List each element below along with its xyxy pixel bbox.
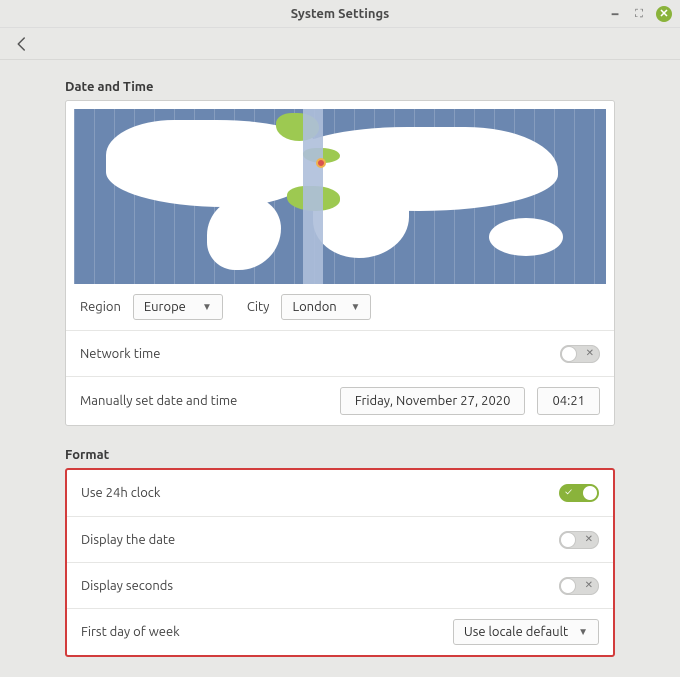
timezone-map-wrap (66, 101, 614, 284)
region-label: Region (80, 300, 121, 314)
content: Date and Time Reg (0, 60, 680, 677)
network-time-toggle[interactable]: ✕ (560, 345, 600, 363)
use-24h-row: Use 24h clock ✓ (67, 470, 613, 516)
display-seconds-row: Display seconds ✕ (67, 562, 613, 608)
first-day-row: First day of week Use locale default ▼ (67, 608, 613, 655)
city-label: City (247, 300, 270, 314)
x-icon: ✕ (586, 347, 594, 359)
display-seconds-toggle[interactable]: ✕ (559, 577, 599, 595)
chevron-down-icon: ▼ (578, 626, 588, 638)
back-button[interactable] (10, 32, 34, 56)
close-icon[interactable]: ✕ (656, 6, 672, 22)
first-day-value: Use locale default (464, 625, 568, 639)
region-select[interactable]: Europe ▼ (133, 294, 223, 320)
x-icon: ✕ (585, 579, 593, 591)
first-day-label: First day of week (81, 625, 180, 639)
region-value: Europe (144, 300, 186, 314)
date-button[interactable]: Friday, November 27, 2020 (340, 387, 526, 415)
x-icon: ✕ (585, 533, 593, 545)
chevron-down-icon: ▼ (202, 301, 212, 313)
toolbar (0, 28, 680, 60)
display-date-row: Display the date ✕ (67, 516, 613, 562)
titlebar: System Settings ━ ⛶ ✕ (0, 0, 680, 28)
window-controls: ━ ⛶ ✕ (608, 6, 672, 22)
display-date-toggle[interactable]: ✕ (559, 531, 599, 549)
timezone-map[interactable] (74, 109, 606, 284)
region-city-row: Region Europe ▼ City London ▼ (66, 284, 614, 330)
chevron-down-icon: ▼ (351, 301, 361, 313)
time-button[interactable]: 04:21 (537, 387, 600, 415)
first-day-select[interactable]: Use locale default ▼ (453, 619, 599, 645)
timezone-highlight-band (303, 109, 323, 284)
network-time-label: Network time (80, 347, 160, 361)
datetime-panel: Region Europe ▼ City London ▼ Network ti… (65, 100, 615, 426)
city-select[interactable]: London ▼ (281, 294, 371, 320)
map-continents (74, 109, 606, 284)
maximize-icon[interactable]: ⛶ (632, 7, 646, 21)
display-date-label: Display the date (81, 533, 175, 547)
network-time-row: Network time ✕ (66, 330, 614, 376)
minimize-icon[interactable]: ━ (608, 7, 622, 21)
use-24h-toggle[interactable]: ✓ (559, 484, 599, 502)
display-seconds-label: Display seconds (81, 579, 173, 593)
manual-datetime-label: Manually set date and time (80, 394, 237, 408)
check-icon: ✓ (565, 486, 572, 497)
section-title-format: Format (65, 448, 615, 462)
arrow-left-icon (13, 35, 31, 53)
time-value: 04:21 (552, 394, 585, 408)
city-value: London (292, 300, 336, 314)
use-24h-label: Use 24h clock (81, 486, 160, 500)
manual-datetime-row: Manually set date and time Friday, Novem… (66, 376, 614, 425)
section-title-datetime: Date and Time (65, 80, 615, 94)
location-pin-icon (316, 158, 326, 168)
format-panel: Use 24h clock ✓ Display the date ✕ Displ… (65, 468, 615, 657)
window-title: System Settings (291, 7, 390, 21)
date-value: Friday, November 27, 2020 (355, 394, 511, 408)
